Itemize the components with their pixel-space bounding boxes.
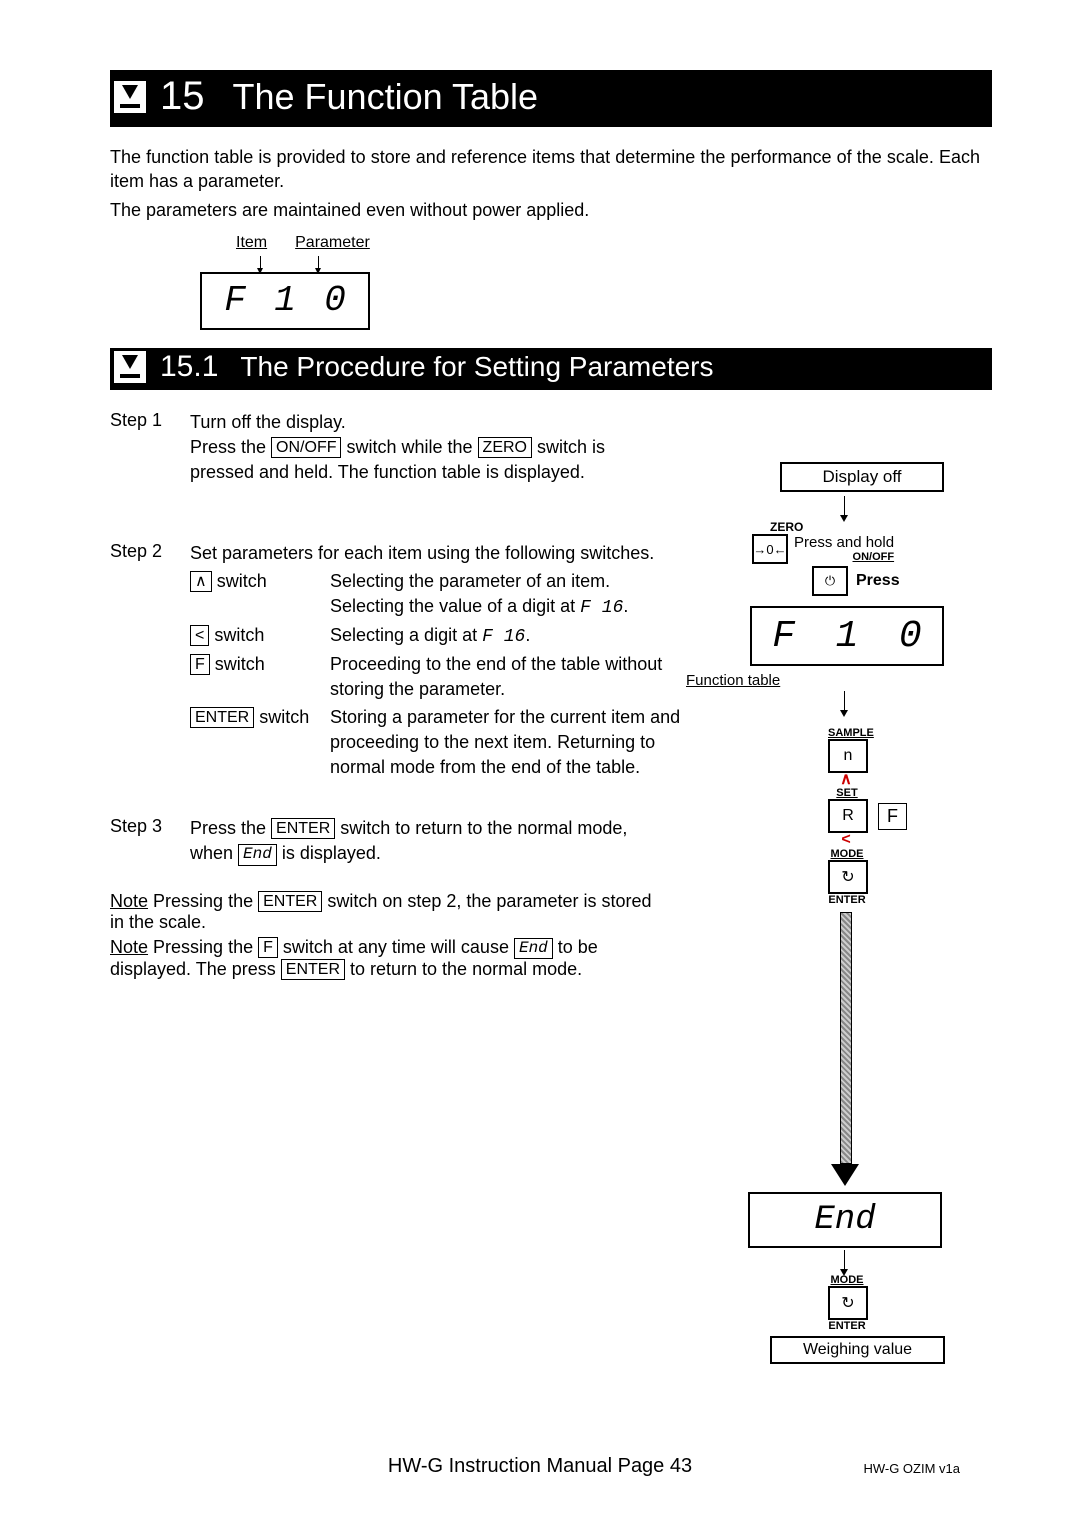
- item-parameter-diagram: Item Parameter F 1 0: [200, 234, 460, 330]
- function-table-label: Function table: [686, 672, 1000, 689]
- power-key-icon: ⏻: [812, 566, 848, 596]
- switch-desc: Storing a parameter for the current item…: [330, 705, 690, 781]
- weighing-value-box: Weighing value: [770, 1336, 945, 1364]
- f-key: F: [878, 803, 907, 830]
- key-on-off: ON/OFF: [271, 437, 341, 458]
- arrow-down-icon: [844, 691, 845, 713]
- key-left: <: [190, 625, 209, 646]
- segment-end: End: [238, 844, 277, 865]
- set-key-icon: R: [828, 799, 868, 833]
- section-icon: [114, 351, 146, 383]
- section-heading: 15 The Function Table: [110, 70, 992, 127]
- key-enter: ENTER: [190, 707, 254, 728]
- segment-end-display: End: [748, 1192, 942, 1248]
- zero-key-icon: →0←: [752, 534, 788, 564]
- switch-desc: Selecting the parameter of an item.Selec…: [330, 569, 690, 621]
- mode-enter-key-icon: ↻: [828, 860, 868, 894]
- subsection-heading: 15.1 The Procedure for Setting Parameter…: [110, 348, 992, 390]
- key-f: F: [258, 937, 278, 958]
- step-label: Step 3: [110, 816, 190, 866]
- footer-main: HW-G Instruction Manual Page 43: [388, 1455, 692, 1477]
- note-1: Note Pressing the ENTER switch on step 2…: [110, 891, 670, 933]
- key-enter: ENTER: [258, 891, 322, 912]
- label-parameter: Parameter: [295, 234, 370, 252]
- key-enter: ENTER: [271, 818, 335, 839]
- step-label: Step 1: [110, 410, 190, 486]
- switch-desc: Selecting a digit at F 16.: [330, 623, 690, 650]
- segment-display: F 1 0: [750, 606, 944, 666]
- note-2: Note Pressing the F switch at any time w…: [110, 937, 670, 980]
- segment-end: End: [514, 938, 553, 959]
- intro-paragraph-2: The parameters are maintained even witho…: [110, 198, 980, 222]
- caret-up-icon: ∧: [828, 773, 864, 787]
- display-off-box: Display off: [780, 462, 944, 492]
- flow-diagram: Display off ZERO →0← Press and hold ON/O…: [680, 462, 1000, 1364]
- subsection-title: The Procedure for Setting Parameters: [240, 351, 713, 383]
- section-title: The Function Table: [233, 76, 539, 118]
- key-stack: SAMPLE n ∧ SET R F < MODE ↻ ENTER: [828, 727, 1000, 906]
- segment-display: F 1 0: [200, 272, 370, 330]
- arrow-down-icon: [844, 1250, 845, 1272]
- page-footer: HW-G Instruction Manual Page 43 HW-G OZI…: [0, 1455, 1080, 1478]
- sample-key-icon: n: [828, 739, 868, 773]
- key-up: ∧: [190, 571, 212, 592]
- key-zero: ZERO: [478, 437, 532, 458]
- section-icon: [114, 81, 146, 113]
- section-number: 15: [160, 74, 205, 119]
- key-f: F: [190, 654, 210, 675]
- step-label: Step 2: [110, 541, 190, 782]
- arrow-down-icon: [844, 496, 845, 518]
- mode-enter-key-icon: ↻: [828, 1286, 868, 1320]
- switch-desc: Proceeding to the end of the table witho…: [330, 652, 690, 702]
- footer-version: HW-G OZIM v1a: [863, 1461, 960, 1476]
- label-item: Item: [236, 234, 267, 252]
- arrow-down-icon: [836, 912, 854, 1186]
- caret-left-icon: <: [828, 833, 864, 847]
- intro-paragraph-1: The function table is provided to store …: [110, 145, 980, 194]
- zero-label: ZERO: [770, 520, 1000, 534]
- arrow-down-icon: [318, 256, 319, 270]
- subsection-number: 15.1: [160, 350, 218, 384]
- arrow-down-icon: [260, 256, 261, 270]
- key-enter: ENTER: [281, 959, 345, 980]
